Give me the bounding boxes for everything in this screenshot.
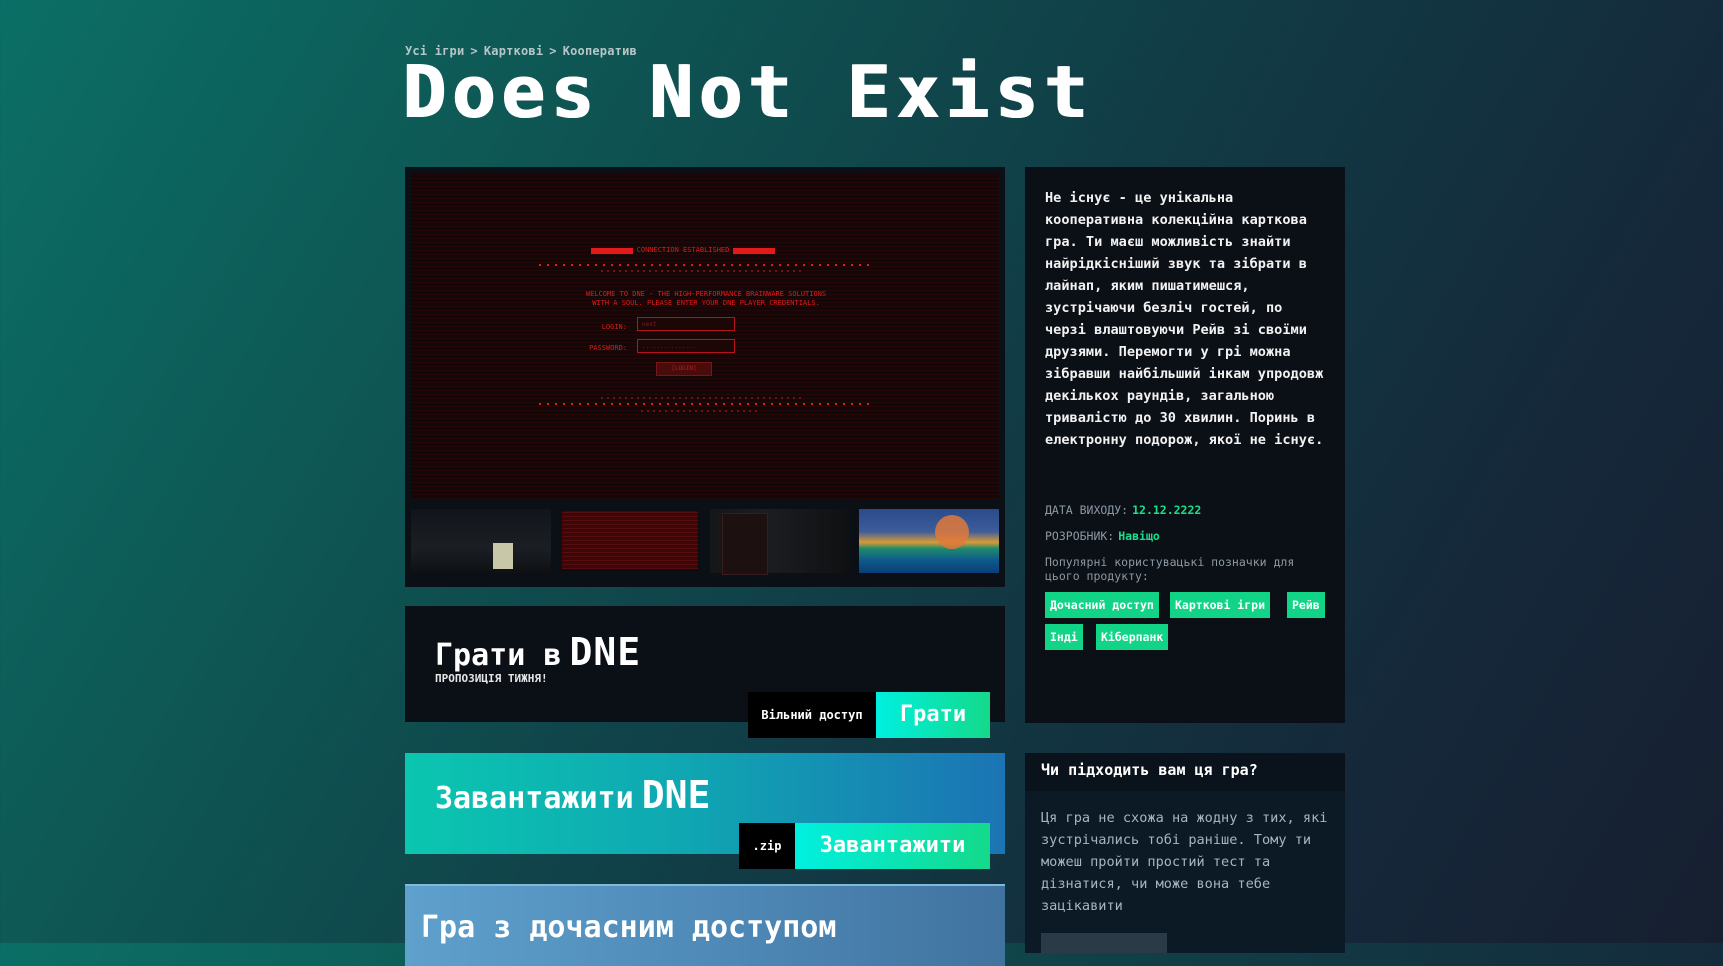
- screenshot-dots: [601, 397, 801, 399]
- tag-cyberpunk[interactable]: Кіберпанк: [1096, 624, 1169, 650]
- play-card: Грати в DNE ПРОПОЗИЦІЯ ТИЖНЯ! Вільний дос…: [405, 606, 1005, 738]
- developer-label: РОЗРОБНИК:: [1045, 529, 1115, 543]
- thumbnail-2[interactable]: [560, 509, 700, 573]
- thumbnail-4[interactable]: [859, 509, 999, 573]
- screenshot-banner: CONNECTION ESTABLISHED: [636, 246, 730, 254]
- screenshot-login-button: [LOGIN]: [656, 362, 712, 376]
- developer-value[interactable]: Навіщо: [1118, 529, 1160, 543]
- thumbnail-card-shape: [722, 513, 768, 575]
- download-title-text: Завантажити: [435, 781, 634, 816]
- fit-text: Ця гра не схожа на жодну з тих, які зуст…: [1041, 810, 1328, 914]
- fit-title: Чи підходить вам ця гра?: [1041, 761, 1258, 779]
- release-date: ДАТА ВИХОДУ: 12.12.2222: [1045, 503, 1201, 517]
- screenshot-bar-right: [733, 248, 775, 254]
- download-card: Завантажити DNE .zip Завантажити: [405, 753, 1005, 869]
- play-title-text: Грати в: [435, 638, 562, 673]
- early-access-card: Гра з дочасним доступом: [405, 884, 1005, 966]
- screenshot-welcome-1: WELCOME TO DNE - THE HIGH-PERFORMANCE BR…: [585, 290, 827, 298]
- early-access-title: Гра з дочасним доступом: [421, 910, 837, 945]
- game-info-panel: Не існує - це унікальна кооперативна кол…: [1025, 167, 1345, 723]
- screenshot-dots: [641, 410, 761, 412]
- release-date-value: 12.12.2222: [1132, 503, 1202, 517]
- download-button[interactable]: Завантажити: [795, 823, 990, 869]
- thumbnail-card-shape: [493, 543, 513, 569]
- play-button[interactable]: Грати: [876, 692, 990, 738]
- screenshot-bar-left: [591, 248, 633, 254]
- screenshot-dots: [601, 270, 801, 272]
- screenshot-dots: [539, 403, 869, 405]
- thumbnail-strip: [411, 509, 999, 575]
- play-subtitle: ПРОПОЗИЦІЯ ТИЖНЯ!: [435, 672, 548, 685]
- play-title: Грати в DNE: [435, 630, 641, 674]
- main-screenshot[interactable]: CONNECTION ESTABLISHED WELCOME TO DNE - …: [411, 173, 999, 499]
- screenshot-password-label: PASSWORD:: [589, 344, 627, 352]
- developer: РОЗРОБНИК: Навіщо: [1045, 529, 1160, 543]
- download-brand: DNE: [641, 773, 711, 817]
- game-fit-panel: Чи підходить вам ця гра? Ця гра не схожа…: [1025, 753, 1345, 953]
- popular-tags-label: Популярні користувацькі позначки для цьо…: [1045, 555, 1295, 583]
- tag-card-games[interactable]: Карткові ігри: [1170, 592, 1271, 618]
- zip-format-badge: .zip: [739, 823, 795, 869]
- download-title: Завантажити DNE: [435, 773, 710, 817]
- media-gallery: CONNECTION ESTABLISHED WELCOME TO DNE - …: [405, 167, 1005, 587]
- game-description: Не існує - це унікальна кооперативна кол…: [1045, 190, 1324, 448]
- free-access-badge: Вільний доступ: [748, 692, 876, 738]
- fit-header: Чи підходить вам ця гра?: [1025, 753, 1345, 791]
- page-title: Does Not Exist: [402, 50, 1093, 134]
- tag-rave[interactable]: Рейв: [1287, 592, 1325, 618]
- play-brand: DNE: [569, 630, 642, 674]
- screenshot-login-field: next: [637, 317, 735, 331]
- screenshot-password-field: ...............: [637, 339, 735, 353]
- tag-early-access[interactable]: Дочасний доступ: [1045, 592, 1159, 618]
- tag-indie[interactable]: Інді: [1045, 624, 1083, 650]
- screenshot-login-label: LOGIN:: [601, 323, 627, 331]
- screenshot-dots: [539, 264, 869, 266]
- screenshot-welcome-2: WITH A SOUL. PLEASE ENTER YOUR DNE PLAYE…: [592, 299, 820, 307]
- thumbnail-3[interactable]: [710, 509, 850, 575]
- thumbnail-1[interactable]: [411, 509, 551, 573]
- release-date-label: ДАТА ВИХОДУ:: [1045, 503, 1129, 517]
- take-test-button[interactable]: [1041, 933, 1167, 953]
